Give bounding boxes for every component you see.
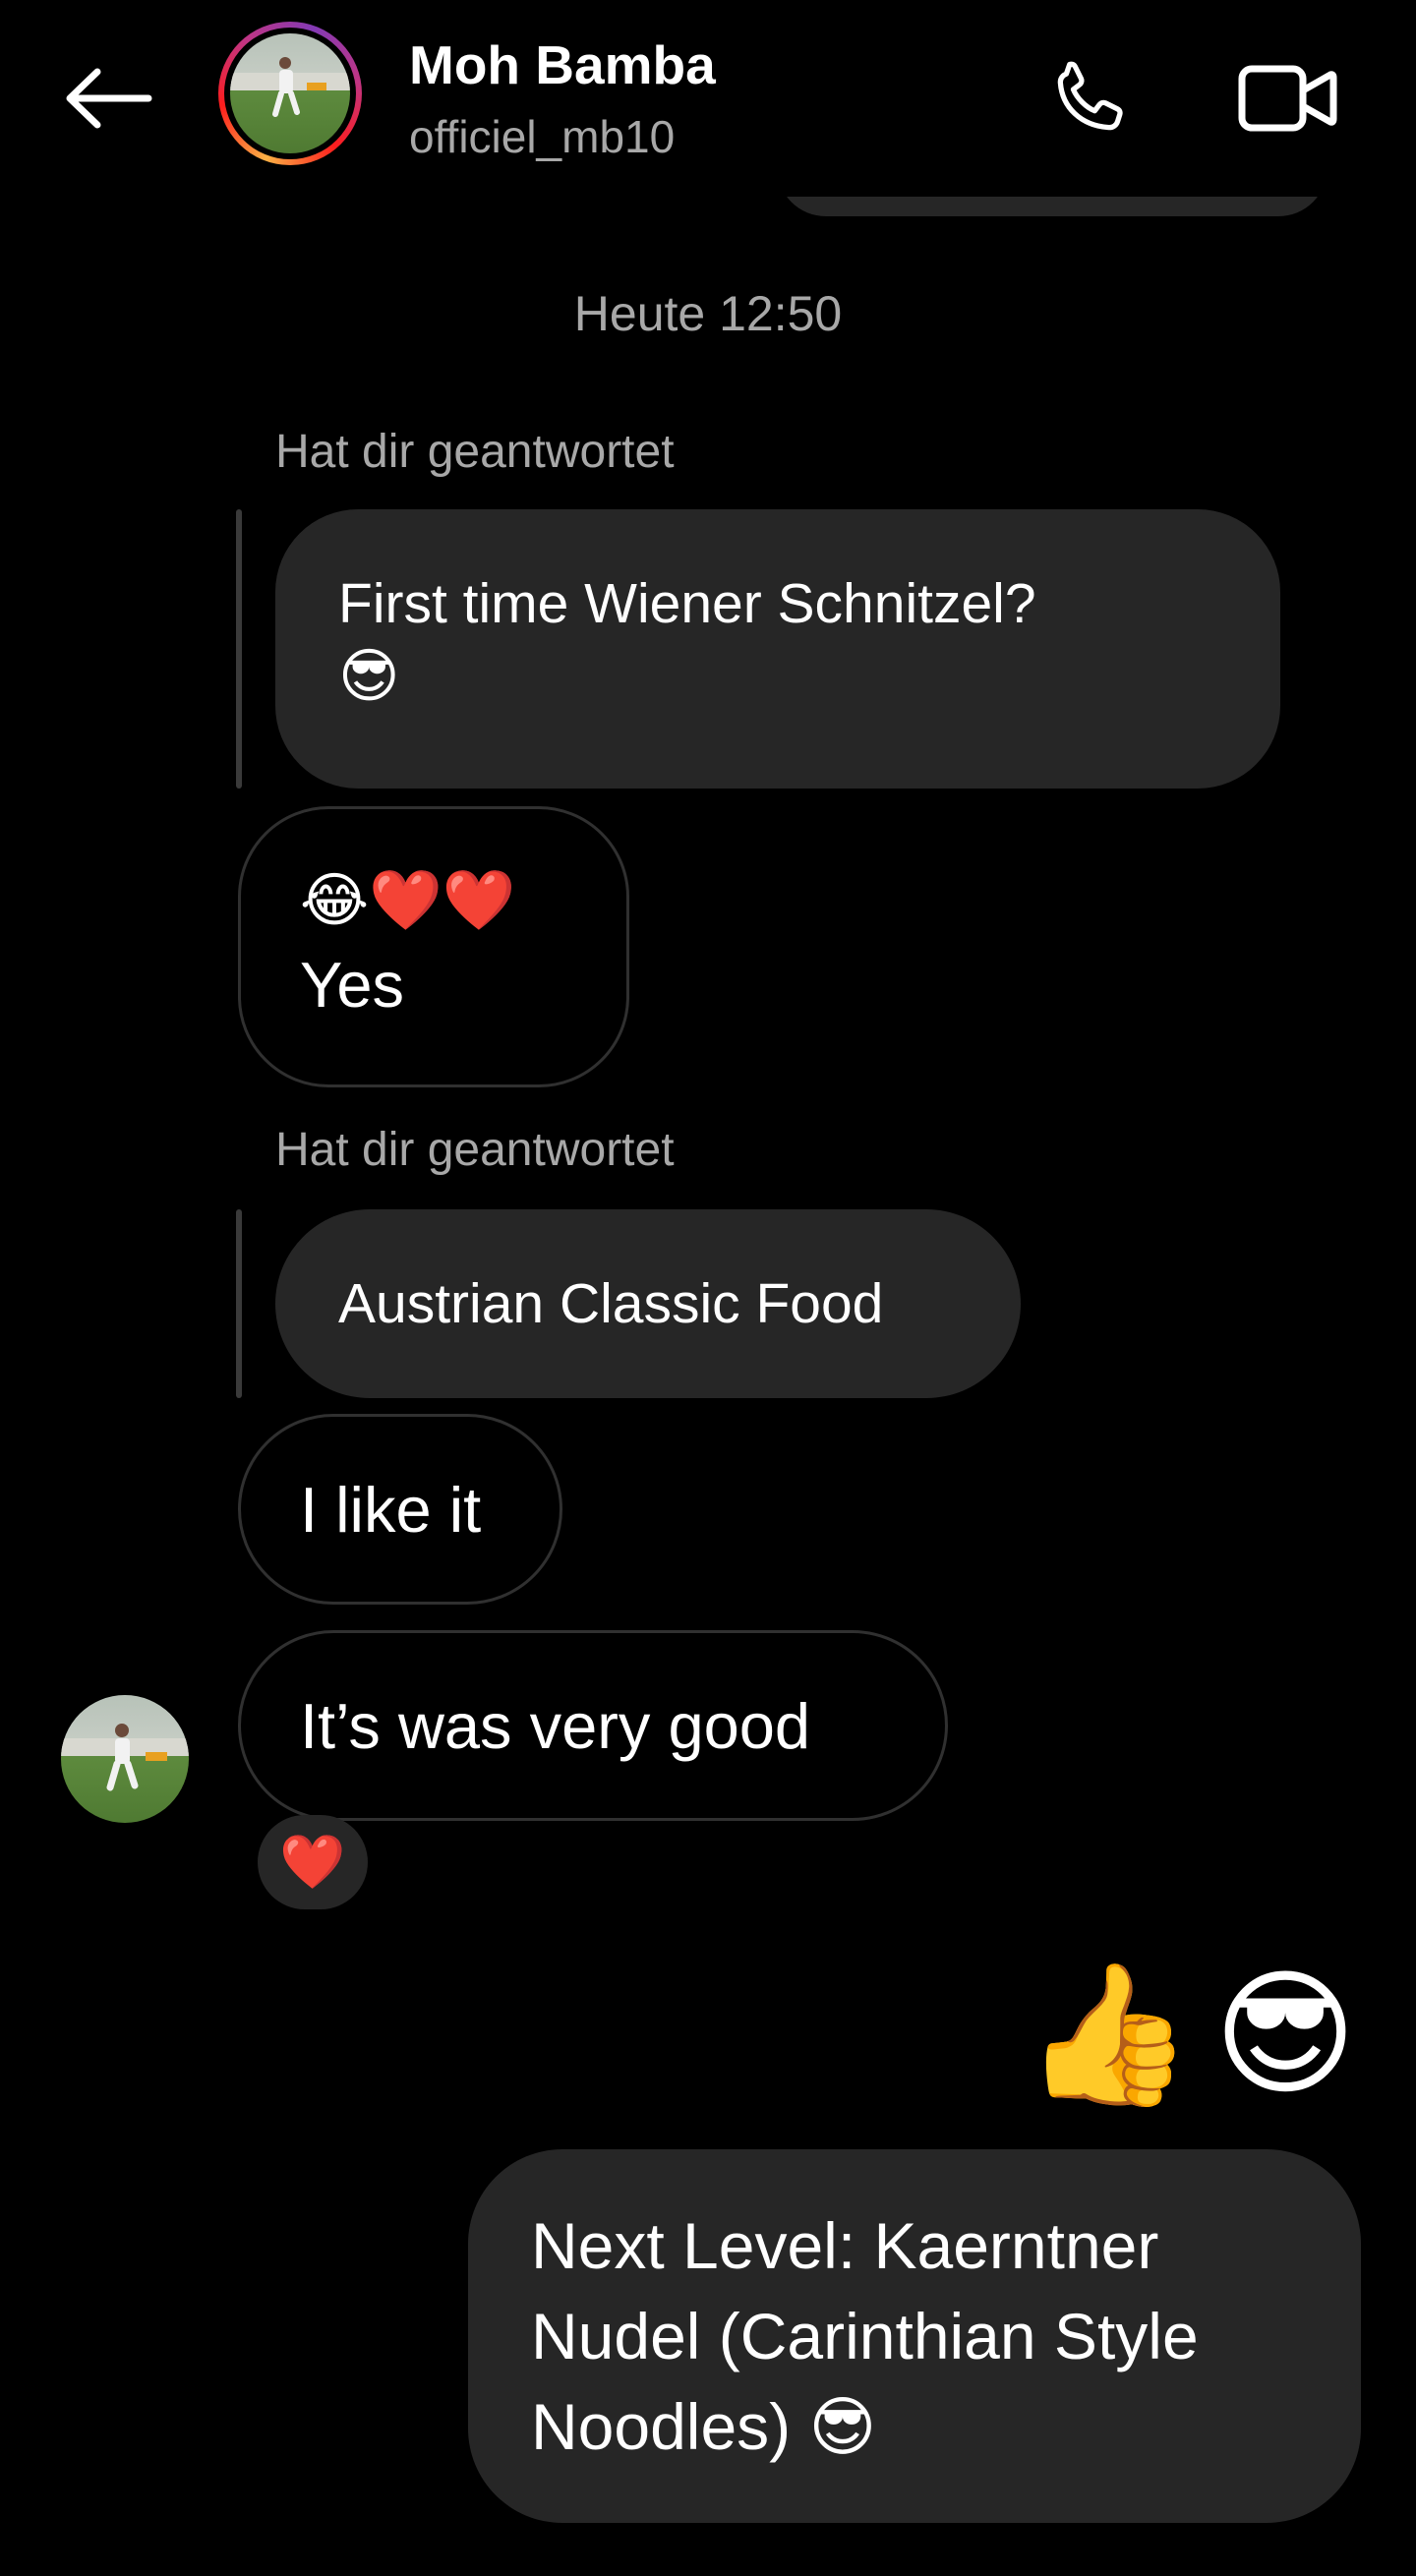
contact-username: officiel_mb10: [409, 111, 676, 162]
quoted-message[interactable]: Austrian Classic Food: [275, 1209, 1021, 1398]
reply-label: Hat dir geantwortet: [275, 1124, 675, 1176]
message-text: It’s was very good: [300, 1689, 811, 1762]
timestamp: Heute 12:50: [573, 286, 843, 341]
reply-label: Hat dir geantwortet: [275, 426, 675, 478]
audio-call-button[interactable]: [1040, 49, 1139, 147]
message-text-line: Noodles) 😎: [531, 2390, 877, 2463]
quoted-message-emoji: 😎: [338, 642, 400, 711]
outgoing-message[interactable]: Next Level: Kaerntner Nudel (Carinthian …: [468, 2149, 1361, 2523]
reply-indicator-line: [236, 1209, 242, 1398]
back-button[interactable]: [59, 59, 157, 138]
quoted-message-text: Austrian Classic Food: [338, 1272, 884, 1335]
video-call-button[interactable]: [1229, 49, 1347, 147]
outgoing-emoji-message[interactable]: 👍 😎: [1023, 1957, 1357, 2114]
thumbs-up-emoji: 👍: [1022, 1955, 1195, 2115]
sender-avatar[interactable]: [61, 1695, 189, 1823]
incoming-message[interactable]: I like it: [238, 1414, 562, 1605]
message-text-line: Nudel (Carinthian Style: [531, 2300, 1199, 2372]
reply-indicator-line: [236, 509, 242, 789]
message-text-line: Next Level: Kaerntner: [531, 2209, 1159, 2282]
chat-header: Moh Bamba officiel_mb10: [0, 0, 1416, 197]
incoming-message[interactable]: It’s was very good: [238, 1630, 948, 1821]
reaction-badge[interactable]: ❤️: [258, 1815, 368, 1909]
sunglasses-emoji: 😎: [1213, 1955, 1357, 2115]
message-emojis: 😂❤️❤️: [300, 866, 516, 935]
message-text: Yes: [300, 949, 405, 1021]
heart-reaction-icon: ❤️: [279, 1831, 346, 1893]
message-text: I like it: [300, 1473, 482, 1546]
quoted-message[interactable]: First time Wiener Schnitzel? 😎: [275, 509, 1280, 789]
phone-icon: [1057, 61, 1123, 131]
arrow-left-icon: [66, 68, 152, 129]
incoming-message[interactable]: 😂❤️❤️ Yes: [238, 806, 629, 1087]
video-camera-icon: [1238, 65, 1337, 132]
contact-name[interactable]: Moh Bamba: [409, 33, 716, 96]
avatar-image: [230, 33, 350, 153]
contact-avatar[interactable]: [218, 22, 362, 165]
quoted-message-text: First time Wiener Schnitzel?: [338, 572, 1036, 635]
